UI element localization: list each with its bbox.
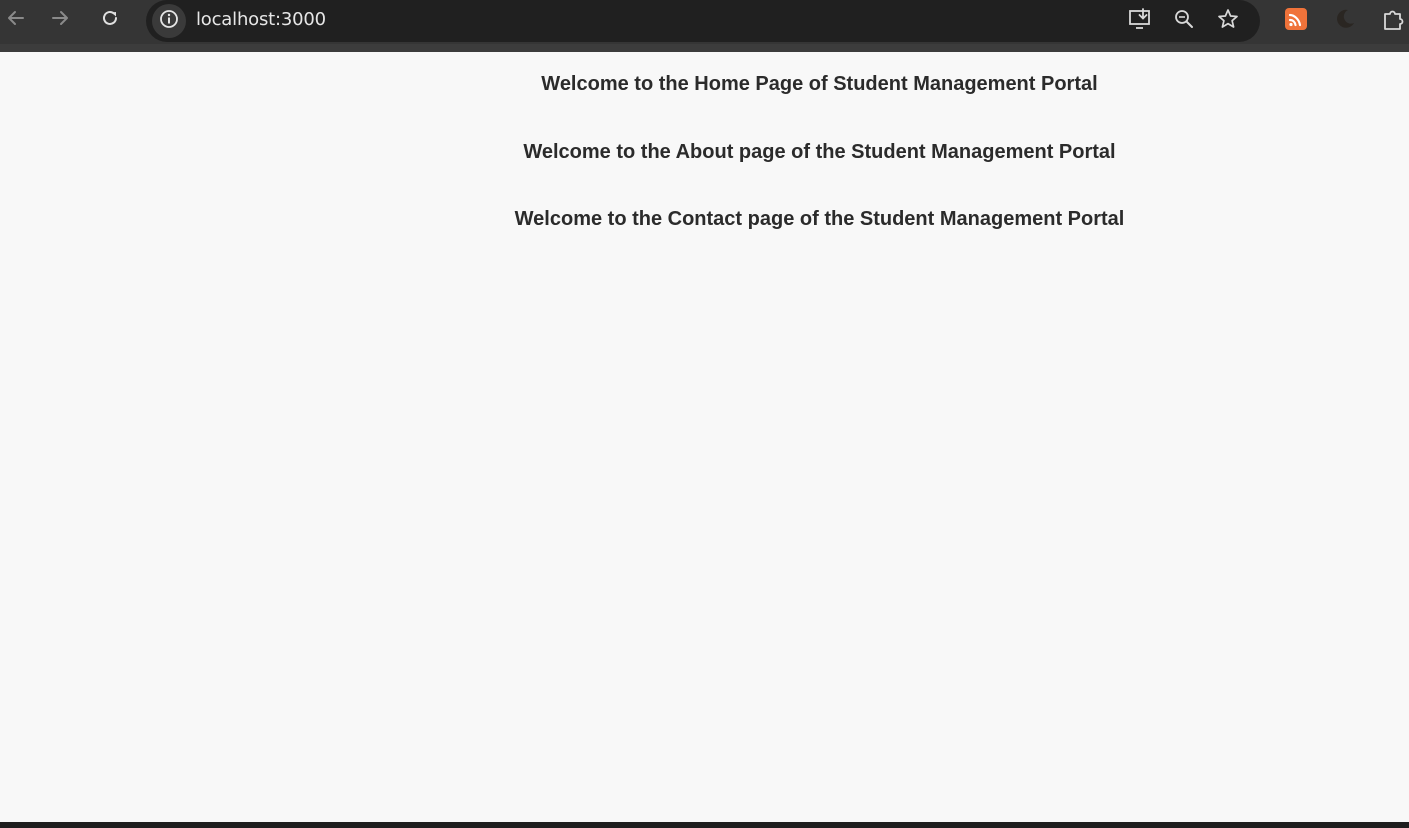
home-heading: Welcome to the Home Page of Student Mana…	[541, 73, 1098, 95]
orange-extension-icon	[1284, 7, 1308, 36]
zoom-button[interactable]	[1169, 6, 1199, 36]
browser-toolbar: localhost:3000	[0, 0, 1409, 44]
puzzle-icon	[1381, 6, 1407, 37]
extension-button-moon[interactable]	[1330, 6, 1360, 36]
zoom-icon	[1172, 7, 1196, 36]
install-app-button[interactable]	[1125, 6, 1155, 36]
bookmark-button[interactable]	[1213, 6, 1243, 36]
url-text[interactable]: localhost:3000	[196, 9, 326, 30]
reload-icon	[99, 7, 121, 34]
install-app-icon	[1127, 6, 1153, 37]
address-bar[interactable]: localhost:3000	[146, 0, 1260, 42]
page-content	[0, 52, 1409, 822]
back-button[interactable]	[0, 6, 32, 34]
info-icon	[158, 8, 180, 35]
contact-heading: Welcome to the Contact page of the Stude…	[514, 208, 1125, 230]
site-info-button[interactable]	[152, 4, 186, 38]
arrow-right-icon	[49, 7, 71, 34]
about-heading: Welcome to the About page of the Student…	[523, 141, 1116, 163]
window-bottom-edge	[0, 822, 1409, 828]
moon-icon	[1333, 7, 1357, 36]
extensions-menu-button[interactable]	[1379, 6, 1409, 36]
star-icon	[1216, 7, 1240, 36]
reload-button[interactable]	[94, 6, 126, 34]
arrow-left-icon	[5, 7, 27, 34]
extension-button-orange[interactable]	[1281, 6, 1311, 36]
forward-button[interactable]	[44, 6, 76, 34]
